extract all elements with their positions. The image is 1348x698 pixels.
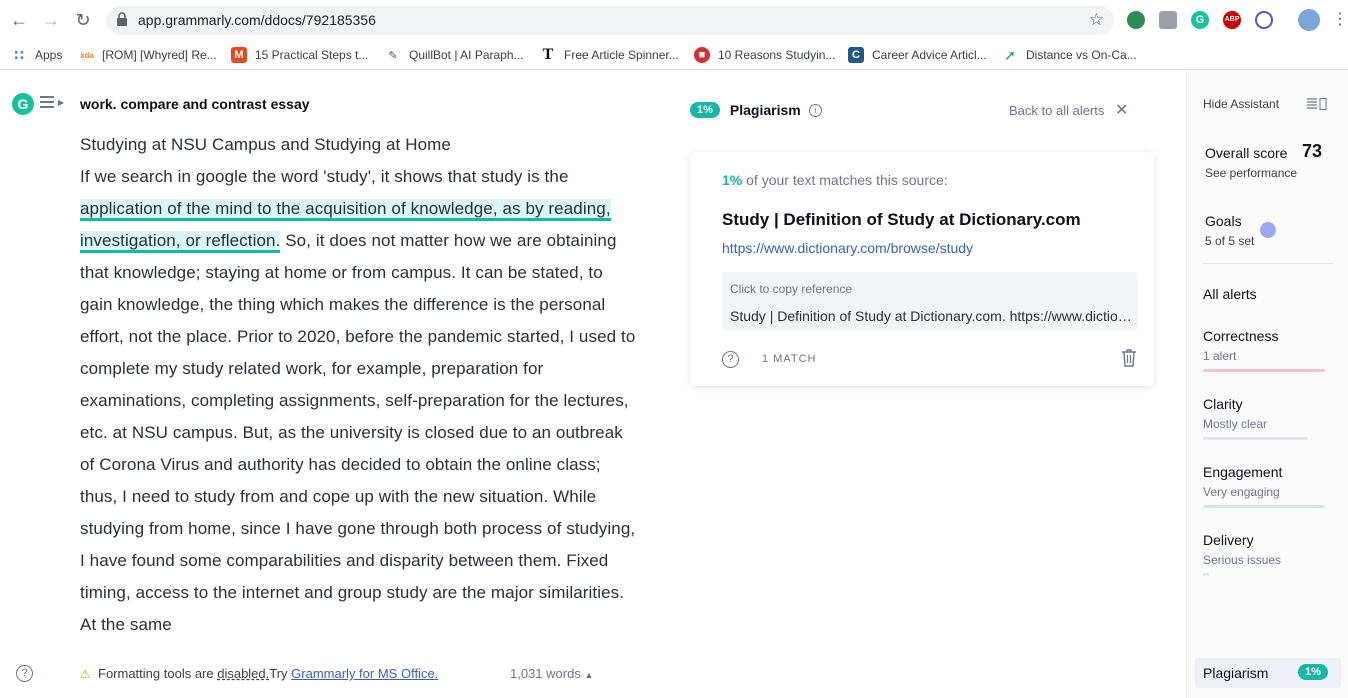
bookmark-distance-oncampus[interactable]: ➚ Distance vs On-Ca... bbox=[1002, 46, 1137, 64]
browser-menu-icon[interactable]: ⋮ bbox=[1332, 10, 1348, 30]
warning-icon: ⚠ bbox=[80, 667, 91, 681]
help-icon[interactable]: ? bbox=[16, 665, 33, 682]
block-extension-icon[interactable] bbox=[1255, 11, 1273, 29]
overall-score-value: 73 bbox=[1302, 141, 1323, 161]
reload-icon[interactable]: ↻ bbox=[73, 10, 93, 30]
divider bbox=[1203, 263, 1333, 264]
close-icon[interactable]: ✕ bbox=[1115, 100, 1128, 120]
panel-toggle-icon[interactable] bbox=[1307, 98, 1327, 110]
browser-toolbar: ← → ↻ app.grammarly.com/ddocs/792185356 … bbox=[0, 0, 1348, 40]
plagiarism-tab[interactable]: Plagiarism 1% bbox=[1195, 658, 1341, 688]
document-editor: G ▶ work. compare and contrast essay Stu… bbox=[0, 71, 660, 698]
m-icon: M bbox=[231, 47, 247, 63]
plagiarism-title: Plagiarism bbox=[729, 102, 801, 118]
document-text[interactable]: Studying at NSU Campus and Studying at H… bbox=[80, 129, 640, 641]
all-alerts-link[interactable]: All alerts bbox=[1203, 286, 1257, 302]
document-title[interactable]: work. compare and contrast essay bbox=[80, 96, 310, 112]
goals-status: 5 of 5 set bbox=[1205, 234, 1255, 248]
leaf-icon: ➚ bbox=[1004, 46, 1016, 63]
plagiarism-header: 1% Plagiarism i bbox=[690, 100, 822, 120]
extension-page-icon[interactable] bbox=[1159, 11, 1177, 29]
bookmark-reasons-studying[interactable]: ■ 10 Reasons Studyin... bbox=[694, 46, 835, 64]
match-summary: 1% of your text matches this source: bbox=[722, 172, 948, 188]
copy-reference-label: Click to copy reference bbox=[730, 282, 853, 296]
ms-office-link[interactable]: Grammarly for MS Office. bbox=[291, 666, 438, 681]
caret-up-icon: ▲ bbox=[584, 670, 594, 680]
copy-reference-box[interactable]: Click to copy reference Study | Definiti… bbox=[722, 272, 1138, 330]
essay-heading: Studying at NSU Campus and Studying at H… bbox=[80, 135, 451, 154]
info-icon[interactable]: i bbox=[808, 103, 822, 117]
bookmark-xda[interactable]: xda [ROM] [Whyred] Re... bbox=[80, 46, 217, 64]
editor-footer: ? ⚠ Formatting tools are disabled.Try Gr… bbox=[0, 659, 660, 698]
category-delivery[interactable]: Delivery Serious issues bbox=[1203, 532, 1333, 576]
forward-arrow-icon[interactable]: → bbox=[41, 10, 61, 30]
engagement-bar bbox=[1203, 505, 1325, 508]
adblock-icon[interactable]: ABP bbox=[1223, 11, 1241, 29]
address-bar[interactable]: app.grammarly.com/ddocs/792185356 ☆ bbox=[106, 6, 1114, 35]
delivery-bar bbox=[1203, 573, 1209, 576]
formatting-notice: Formatting tools are disabled.Try Gramma… bbox=[98, 666, 439, 681]
goals-label[interactable]: Goals bbox=[1205, 213, 1242, 229]
bookmark-career-advice[interactable]: C Career Advice Articl... bbox=[848, 46, 987, 64]
bookmark-star-icon[interactable]: ☆ bbox=[1089, 10, 1104, 30]
goals-indicator-icon bbox=[1260, 222, 1276, 238]
correctness-bar bbox=[1203, 369, 1325, 372]
trash-icon[interactable] bbox=[1121, 349, 1137, 367]
url-text[interactable]: app.grammarly.com/ddocs/792185356 bbox=[138, 12, 376, 28]
extension-globe-icon[interactable] bbox=[1127, 11, 1145, 29]
quill-icon: ✎ bbox=[388, 49, 398, 62]
t-icon: T bbox=[542, 46, 554, 63]
word-count[interactable]: 1,031 words ▲ bbox=[510, 666, 593, 681]
hide-assistant-button[interactable]: Hide Assistant bbox=[1203, 97, 1279, 111]
reference-text: Study | Definition of Study at Dictionar… bbox=[730, 308, 1134, 324]
question-icon[interactable]: ? bbox=[722, 351, 739, 368]
plagiarism-percent-badge: 1% bbox=[690, 102, 720, 118]
source-title: Study | Definition of Study at Dictionar… bbox=[722, 210, 1081, 229]
grammarly-logo-icon[interactable]: G bbox=[12, 93, 34, 115]
back-arrow-icon[interactable]: ← bbox=[9, 10, 29, 30]
text-fade bbox=[0, 631, 660, 661]
match-count: 1 MATCH bbox=[762, 353, 817, 365]
bookmark-article-spinner[interactable]: T Free Article Spinner... bbox=[540, 46, 679, 64]
see-performance-link[interactable]: See performance bbox=[1205, 166, 1297, 180]
category-correctness[interactable]: Correctness 1 alert bbox=[1203, 328, 1333, 372]
clarity-bar bbox=[1203, 437, 1308, 440]
hamburger-menu-icon[interactable] bbox=[40, 96, 54, 108]
assistant-sidebar: Hide Assistant Overall score 73 See perf… bbox=[1186, 71, 1348, 698]
back-to-alerts-link[interactable]: Back to all alerts bbox=[1009, 103, 1104, 118]
bookmark-apps[interactable]: ∷ Apps bbox=[11, 46, 62, 64]
paragraph-start: If we search in google the word 'study',… bbox=[80, 167, 569, 186]
lock-icon bbox=[117, 12, 127, 26]
apps-grid-icon: ∷ bbox=[14, 46, 24, 63]
source-url-link[interactable]: https://www.dictionary.com/browse/study bbox=[722, 240, 973, 256]
profile-avatar[interactable] bbox=[1298, 9, 1320, 31]
paragraph-rest: So, it does not matter how we are obtain… bbox=[80, 231, 636, 634]
grammarly-extension-icon[interactable]: G bbox=[1191, 11, 1209, 29]
overall-score-label: Overall score bbox=[1205, 145, 1288, 161]
c-icon: C bbox=[848, 47, 864, 63]
category-engagement[interactable]: Engagement Very engaging bbox=[1203, 464, 1333, 508]
plagiarism-source-card: 1% of your text matches this source: Stu… bbox=[690, 152, 1154, 386]
bookmark-quillbot[interactable]: ✎ QuillBot | AI Paraph... bbox=[385, 46, 523, 64]
bookmarks-bar: ∷ Apps xda [ROM] [Whyred] Re... M 15 Practi… bbox=[0, 40, 1348, 70]
category-clarity[interactable]: Clarity Mostly clear bbox=[1203, 396, 1333, 440]
caret-right-icon: ▶ bbox=[58, 98, 65, 107]
shield-icon: ■ bbox=[694, 47, 710, 63]
plagiarism-tab-badge: 1% bbox=[1298, 664, 1328, 680]
xda-icon: xda bbox=[80, 50, 94, 60]
bookmark-practical-steps[interactable]: M 15 Practical Steps t... bbox=[231, 46, 368, 64]
